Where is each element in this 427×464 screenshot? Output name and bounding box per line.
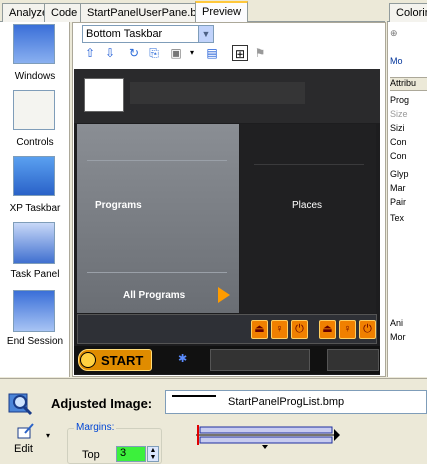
tree-item[interactable]: Ani bbox=[390, 318, 403, 328]
eject-icon[interactable]: ⏏ bbox=[319, 320, 336, 339]
margin-preview-strip[interactable] bbox=[196, 425, 341, 449]
tree-item[interactable]: Mor bbox=[390, 332, 406, 342]
divider bbox=[254, 164, 364, 165]
brand-logo bbox=[308, 75, 368, 113]
right-tabstrip: Coloring bbox=[387, 0, 427, 22]
attributes-panel: ⊕ Mo Attribu Prog Size Sizi Con Con Glyp… bbox=[387, 22, 427, 377]
windows-logo-icon bbox=[80, 352, 96, 368]
places-pane bbox=[240, 124, 376, 313]
document-tabstrip: Analyze Code StartPanelUserPane.bmp Prev… bbox=[0, 0, 385, 23]
arrow-right-icon[interactable] bbox=[218, 287, 230, 303]
taskbar-position-select[interactable]: Bottom Taskbar ▼ bbox=[82, 25, 214, 43]
controls-thumbnail-icon bbox=[13, 90, 55, 130]
attributes-mode-link[interactable]: Mo bbox=[390, 56, 403, 66]
tab-preview[interactable]: Preview bbox=[195, 1, 249, 23]
preview-toolbar: ⇧ ⇩ ↻ ⎘ ▣ ▾ ▤ ⊞ ⚑ bbox=[76, 45, 381, 65]
chevron-down-icon: ▾ bbox=[46, 431, 51, 440]
edit-icon bbox=[16, 422, 36, 440]
divider bbox=[87, 160, 227, 161]
tree-item[interactable]: Tex bbox=[390, 213, 404, 223]
magnifier-image-icon bbox=[6, 390, 34, 418]
tree-item[interactable]: Mar bbox=[390, 183, 406, 193]
tree-item[interactable]: Con bbox=[390, 137, 407, 147]
xp-taskbar-thumbnail-icon bbox=[13, 156, 55, 196]
refresh-icon[interactable]: ↻ bbox=[126, 45, 142, 61]
window-icon[interactable]: ▤ bbox=[204, 45, 220, 61]
grid-icon[interactable]: ⊞ bbox=[232, 45, 248, 61]
tree-item[interactable]: Con bbox=[390, 151, 407, 161]
margins-label: Margins: bbox=[74, 422, 117, 433]
top-margin-input[interactable]: 3 bbox=[116, 446, 146, 462]
end-session-thumbnail-icon bbox=[13, 290, 55, 332]
tree-item[interactable]: Glyp bbox=[390, 169, 409, 179]
plus-icon[interactable]: ⊕ bbox=[390, 28, 398, 39]
chevron-down-icon: ▼ bbox=[198, 26, 213, 42]
template-palette: Windows Controls XP Taskbar Task Panel E… bbox=[0, 22, 70, 377]
top-margin-stepper[interactable]: ▲ ▼ bbox=[147, 446, 159, 462]
flag-icon[interactable]: ⚑ bbox=[252, 45, 268, 61]
adjusted-image-filename: StartPanelProgList.bmp bbox=[228, 396, 345, 408]
top-margin-label: Top bbox=[82, 449, 100, 461]
image-preview-line bbox=[172, 395, 216, 397]
windows-thumbnail-icon bbox=[13, 24, 55, 64]
power-icon[interactable]: ⏻ bbox=[291, 320, 308, 339]
attributes-header: Attribu bbox=[390, 77, 427, 91]
tree-item[interactable]: Sizi bbox=[390, 123, 405, 133]
edit-label: Edit bbox=[14, 443, 33, 455]
tree-item[interactable]: Prog bbox=[390, 95, 409, 105]
tree-item[interactable]: Size bbox=[390, 109, 408, 119]
key-icon[interactable]: ♀ bbox=[271, 320, 288, 339]
adjusted-image-label: Adjusted Image: bbox=[51, 396, 153, 411]
power-icon[interactable]: ⏻ bbox=[359, 320, 376, 339]
arrow-up-icon[interactable]: ⇧ bbox=[82, 45, 98, 61]
eject-icon[interactable]: ⏏ bbox=[251, 320, 268, 339]
tab-code[interactable]: Code bbox=[44, 3, 85, 22]
user-avatar bbox=[84, 78, 124, 112]
places-label: Places bbox=[292, 200, 323, 211]
all-programs-link[interactable]: All Programs bbox=[123, 290, 185, 301]
task-panel-thumbnail-icon bbox=[13, 222, 55, 264]
bluetooth-icon: ✱ bbox=[178, 353, 188, 365]
export-icon[interactable]: ⎘ bbox=[146, 45, 162, 61]
image-icon[interactable]: ▣ bbox=[168, 45, 184, 61]
divider bbox=[87, 272, 227, 273]
chevron-down-icon[interactable]: ▾ bbox=[184, 45, 200, 61]
taskbar-button[interactable] bbox=[210, 349, 310, 371]
arrow-down-icon[interactable]: ⇩ bbox=[102, 45, 118, 61]
key-icon[interactable]: ♀ bbox=[339, 320, 356, 339]
tree-item[interactable]: Pair bbox=[390, 197, 406, 207]
programs-label: Programs bbox=[95, 200, 142, 211]
tab-coloring[interactable]: Coloring bbox=[389, 3, 427, 22]
user-name-banner bbox=[130, 82, 305, 104]
taskbar-button[interactable] bbox=[327, 349, 379, 371]
programs-pane bbox=[77, 124, 239, 313]
